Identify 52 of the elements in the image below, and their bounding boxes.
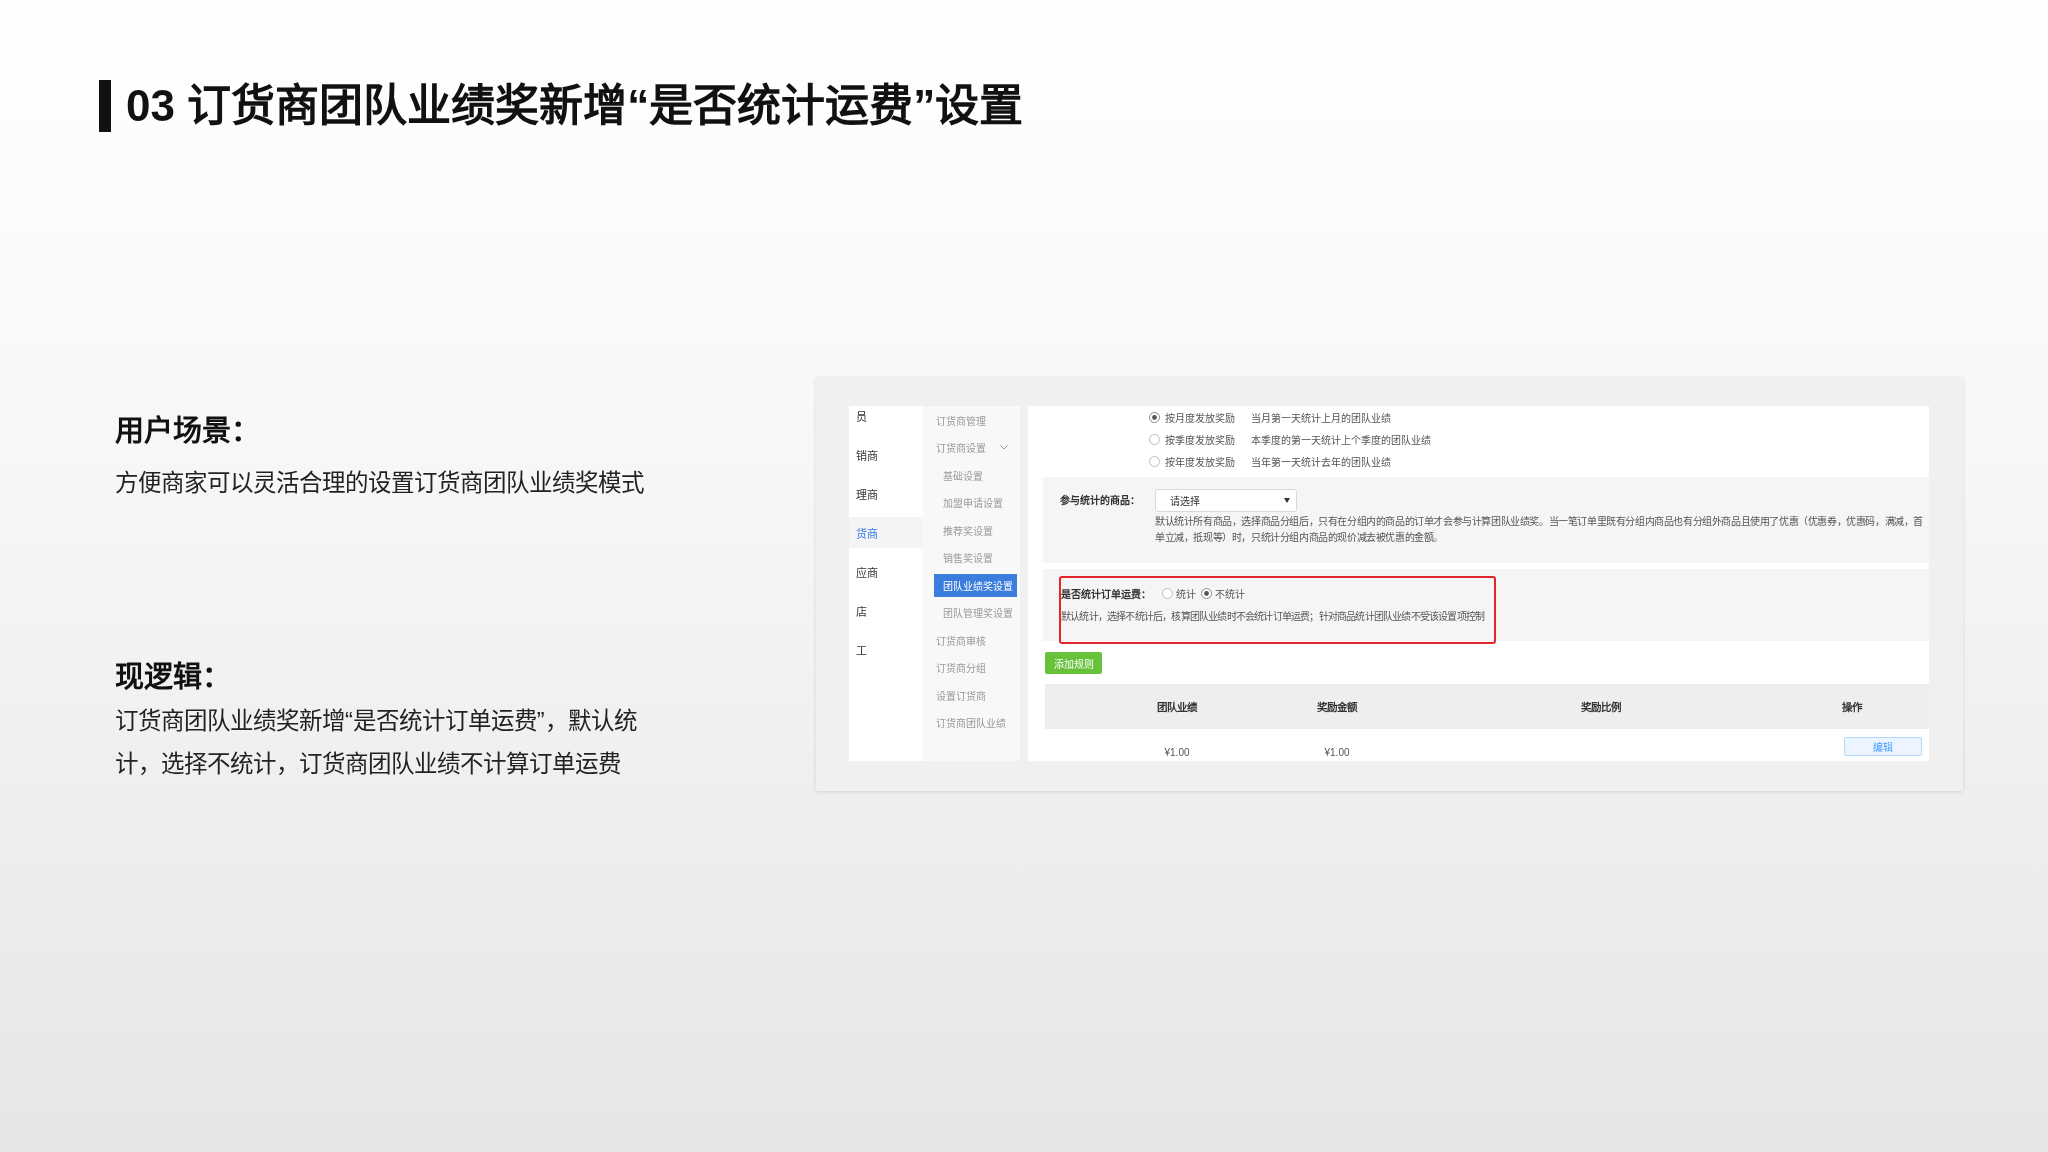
slide-title: 03 订货商团队业绩奖新增“是否统计运费”设置 [126, 80, 1024, 132]
submenu-item[interactable]: 团队业绩奖设置 [934, 573, 1017, 597]
table-cell: ¥1.00 [1164, 747, 1190, 759]
section-body: 方便商家可以灵活合理的设置订货商团队业绩奖模式 [115, 469, 644, 498]
table-cell: ¥1.00 [1324, 747, 1350, 759]
submenu-item[interactable]: 订货商管理 [923, 408, 1020, 432]
submenu-item[interactable]: 订货商分组 [923, 656, 1020, 679]
submenu-item[interactable]: 团队管理奖设置 [934, 601, 1017, 624]
column-header: 奖励金额 [1317, 700, 1357, 714]
submenu-item[interactable]: 订货商设置 [923, 436, 1020, 459]
submenu-item[interactable]: 销售奖设置 [934, 546, 1017, 569]
submenu-item[interactable]: 订货商审核 [923, 628, 1020, 652]
radio-label: 不统计 [1215, 587, 1245, 601]
add-rule-button[interactable]: 添加规则 [1045, 652, 1102, 674]
option-description: 当月第一天统计上月的团队业绩 [1251, 411, 1391, 425]
column-header: 团队业绩 [1157, 700, 1197, 714]
field-label: 是否统计订单运费： [1061, 587, 1151, 601]
submenu-item[interactable]: 订货商团队业绩 [923, 711, 1020, 734]
sidebar-item[interactable]: 员 [849, 406, 923, 431]
sidebar-item[interactable]: 店 [849, 595, 923, 626]
submenu-item[interactable]: 基础设置 [934, 463, 1017, 487]
product-select[interactable]: 请选择 [1155, 489, 1297, 512]
edit-button[interactable]: 编辑 [1844, 737, 1922, 756]
sidebar-item[interactable]: 工 [849, 634, 923, 665]
accent-bar [99, 80, 111, 132]
radio-label: 按季度发放奖励 [1165, 433, 1236, 447]
column-header: 操作 [1842, 700, 1862, 714]
radio-button[interactable] [1149, 433, 1160, 445]
help-text: 默认统计所有商品，选择商品分组后，只有在分组内的商品的订单才会参与计算团队业绩奖。当一笔订单里既有分组内商品也有分组外商品且使用了优惠（优惠券，优惠码，满减，首单立减，抵现等）时，只统计分组内商品的现价减去被优惠的金额。 [1155, 515, 1924, 545]
submenu-item[interactable]: 加盟申请设置 [934, 491, 1017, 514]
submenu-item[interactable]: 设置订货商 [923, 683, 1020, 707]
radio-button[interactable] [1162, 587, 1173, 599]
submenu-item[interactable]: 推荐奖设置 [934, 518, 1017, 542]
sidebar-item[interactable]: 应商 [849, 556, 923, 587]
field-label: 参与统计的商品： [1060, 493, 1140, 508]
dropdown-caret-icon [1284, 498, 1290, 503]
section-body: 订货商团队业绩奖新增“是否统计订单运费”，默认统计，选择不统计，订货商团队业绩不计算订单运费 [115, 707, 638, 779]
radio-button[interactable] [1201, 587, 1212, 599]
radio-button[interactable] [1149, 411, 1160, 423]
sidebar-item[interactable]: 理商 [849, 478, 923, 509]
section-heading: 用户场景： [115, 414, 260, 449]
section-heading: 现逻辑： [115, 660, 231, 695]
radio-label: 按月度发放奖励 [1165, 411, 1236, 425]
column-header: 奖励比例 [1581, 700, 1621, 714]
help-text: 默认统计，选择不统计后，核算团队业绩时不会统计订单运费；针对商品统计团队业绩不受该设置项控制 [1061, 610, 1485, 624]
option-description: 当年第一天统计去年的团队业绩 [1251, 455, 1391, 469]
sidebar-item[interactable]: 货商 [849, 517, 923, 548]
radio-button[interactable] [1149, 455, 1160, 467]
sidebar-item[interactable]: 销商 [849, 439, 923, 470]
option-description: 本季度的第一天统计上个季度的团队业绩 [1251, 433, 1431, 447]
radio-label: 统计 [1176, 587, 1196, 601]
radio-label: 按年度发放奖励 [1165, 455, 1236, 469]
